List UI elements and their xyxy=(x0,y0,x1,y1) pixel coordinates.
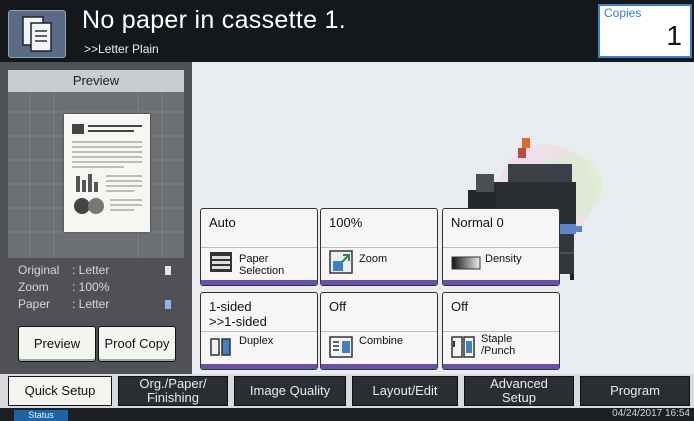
staple-punch-label: Staple /Punch xyxy=(481,333,516,357)
status-button[interactable]: Status xyxy=(14,410,68,421)
zoom-label: Zoom xyxy=(359,253,388,265)
staple-punch-value: Off xyxy=(451,299,469,314)
duplex-icon xyxy=(210,338,231,356)
tab-advanced-setup[interactable]: Advanced Setup xyxy=(464,376,574,406)
portrait-orientation-icon xyxy=(165,266,171,275)
density-icon xyxy=(451,256,481,270)
combine-label: Combine xyxy=(359,335,404,347)
duplex-value: 1-sided >>1-sided xyxy=(209,299,267,329)
status-bar: Status 04/24/2017 16:54 xyxy=(0,408,694,421)
preview-heading: Preview xyxy=(8,70,184,92)
zoom-icon xyxy=(329,250,353,274)
copy-screen: No paper in cassette 1. >>Letter Plain C… xyxy=(0,0,694,421)
proof-copy-button[interactable]: Proof Copy xyxy=(98,326,176,362)
summary-paper: Paper : Letter xyxy=(18,296,178,313)
paper-selection-value: Auto xyxy=(209,215,236,230)
zoom-value: 100% xyxy=(329,215,363,230)
preview-button[interactable]: Preview xyxy=(18,326,96,362)
combine-icon xyxy=(329,336,353,358)
staple-punch-button[interactable]: Off Staple /Punch xyxy=(442,292,560,370)
tab-program[interactable]: Program xyxy=(580,376,690,406)
status-message: No paper in cassette 1. xyxy=(82,6,346,34)
main-panel: Auto Paper Selection 100% Zoom Normal 0 … xyxy=(192,62,694,374)
duplex-button[interactable]: 1-sided >>1-sided Duplex xyxy=(200,292,318,370)
paper-selection-button[interactable]: Auto Paper Selection xyxy=(200,208,318,286)
copies-value: 1 xyxy=(666,20,682,51)
header-bar: No paper in cassette 1. >>Letter Plain C… xyxy=(0,0,694,62)
tab-layout-edit[interactable]: Layout/Edit xyxy=(352,376,458,406)
tab-org-paper-finishing[interactable]: Org./Paper/ Finishing xyxy=(118,376,228,406)
tab-quick-setup[interactable]: Quick Setup xyxy=(8,376,112,406)
staple-icon xyxy=(451,336,475,358)
paper-info: >>Letter Plain xyxy=(84,42,159,56)
preview-document xyxy=(64,114,150,232)
summary-zoom: Zoom : 100% xyxy=(18,280,110,294)
duplex-label: Duplex xyxy=(239,335,274,347)
datetime-display: 04/24/2017 16:54 xyxy=(612,408,690,419)
density-label: Density xyxy=(485,253,522,265)
tab-bar: Quick Setup Org./Paper/ Finishing Image … xyxy=(0,374,694,408)
combine-value: Off xyxy=(329,299,347,314)
settings-summary: Original : Letter Zoom : 100% Paper : Le… xyxy=(18,262,178,313)
copies-field[interactable]: Copies 1 xyxy=(598,4,692,58)
density-value: Normal 0 xyxy=(451,215,504,230)
tab-image-quality[interactable]: Image Quality xyxy=(234,376,346,406)
density-button[interactable]: Normal 0 Density xyxy=(442,208,560,286)
paper-selection-label: Paper Selection xyxy=(239,253,285,277)
paper-tray-icon xyxy=(210,252,232,272)
zoom-button[interactable]: 100% Zoom xyxy=(320,208,438,286)
combine-button[interactable]: Off Combine xyxy=(320,292,438,370)
copy-mode-icon xyxy=(8,10,66,58)
preview-area xyxy=(8,92,184,258)
copies-label: Copies xyxy=(604,6,642,20)
paper-orientation-icon xyxy=(165,300,171,309)
preview-panel: Preview Original: Letter Zoom: 100% Pa… xyxy=(0,62,192,374)
summary-original: Original : Letter xyxy=(18,262,178,279)
